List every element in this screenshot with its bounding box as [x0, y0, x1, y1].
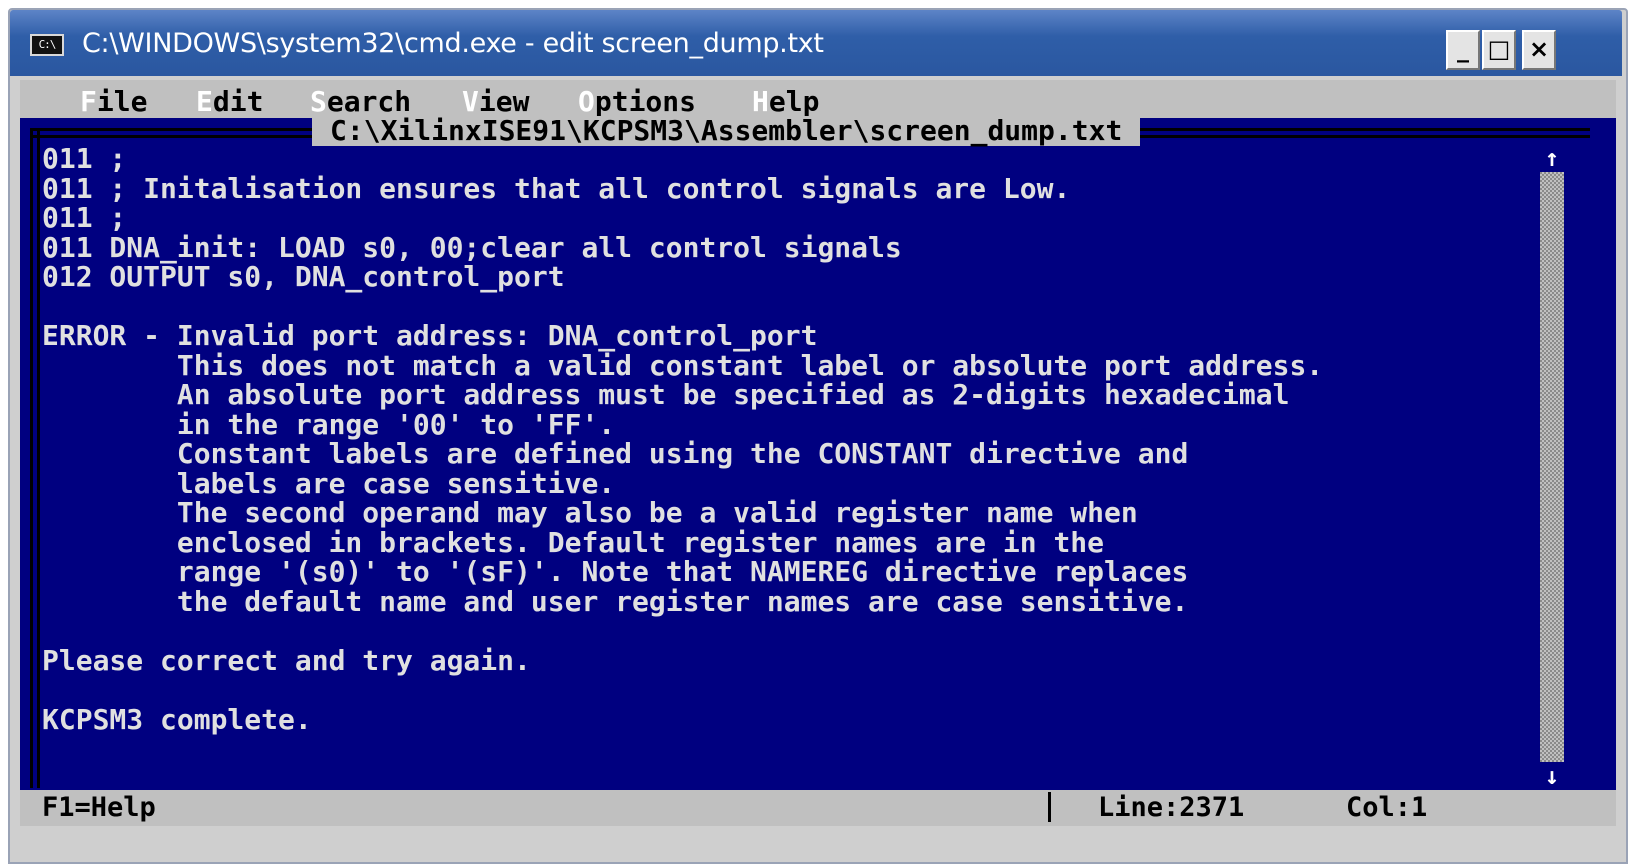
- menu-file[interactable]: File: [80, 88, 147, 116]
- scroll-down-arrow-icon[interactable]: ↓: [1540, 762, 1564, 790]
- editor-text[interactable]: 011 ; 011 ; Initalisation ensures that al…: [42, 144, 1323, 734]
- editor-line[interactable]: [42, 675, 1323, 705]
- menu-help[interactable]: Help: [752, 88, 819, 116]
- status-col: Col:1: [1346, 792, 1428, 823]
- editor-line[interactable]: in the range '00' to 'FF'.: [42, 409, 1323, 440]
- editor-line[interactable]: This does not match a valid constant lab…: [42, 350, 1323, 381]
- editor-line[interactable]: [42, 616, 1323, 646]
- editor-line[interactable]: Please correct and try again.: [42, 645, 1323, 676]
- maximize-button[interactable]: □: [1482, 30, 1516, 70]
- editor-line[interactable]: An absolute port address must be specifi…: [42, 380, 1323, 410]
- editor-line[interactable]: the default name and user register names…: [42, 586, 1323, 617]
- editor-line[interactable]: range '(s0)' to '(sF)'. Note that NAMERE…: [42, 557, 1323, 587]
- editor-line[interactable]: 011 DNA_init: LOAD s0, 00;clear all cont…: [42, 232, 1323, 263]
- editor-line[interactable]: [42, 292, 1323, 322]
- cmd-icon[interactable]: C:\: [30, 34, 64, 56]
- menu-search[interactable]: Search: [310, 88, 411, 116]
- file-path-label: C:\XilinxISE91\KCPSM3\Assembler\screen_d…: [312, 116, 1141, 146]
- editor-line[interactable]: 011 ;: [42, 203, 1323, 233]
- editor-frame-left: [30, 128, 40, 788]
- editor-line[interactable]: 011 ; Initalisation ensures that all con…: [42, 173, 1323, 204]
- status-help: F1=Help: [42, 792, 156, 823]
- editor-line[interactable]: KCPSM3 complete.: [42, 704, 1323, 735]
- vertical-scrollbar[interactable]: [1540, 144, 1564, 790]
- editor-line[interactable]: labels are case sensitive.: [42, 468, 1323, 499]
- editor-line[interactable]: 012 OUTPUT s0, DNA_control_port: [42, 262, 1323, 292]
- window-title: C:\WINDOWS\system32\cmd.exe - edit scree…: [82, 28, 824, 59]
- editor-line[interactable]: ERROR - Invalid port address: DNA_contro…: [42, 321, 1323, 351]
- editor-line[interactable]: enclosed in brackets. Default register n…: [42, 527, 1323, 558]
- title-bar[interactable]: C:\ C:\WINDOWS\system32\cmd.exe - edit s…: [10, 10, 1622, 76]
- menu-edit[interactable]: Edit: [196, 88, 263, 116]
- status-divider: [1048, 792, 1051, 822]
- editor-line[interactable]: 011 ;: [42, 144, 1323, 174]
- scroll-up-arrow-icon[interactable]: ↑: [1540, 144, 1564, 172]
- minimize-button[interactable]: _: [1446, 30, 1480, 70]
- close-button[interactable]: ×: [1522, 30, 1556, 70]
- menu-options[interactable]: Options: [578, 88, 696, 116]
- editor-line[interactable]: The second operand may also be a valid r…: [42, 498, 1323, 528]
- editor-line[interactable]: Constant labels are defined using the CO…: [42, 439, 1323, 469]
- menu-view[interactable]: View: [462, 88, 529, 116]
- status-line: Line:2371: [1098, 792, 1245, 823]
